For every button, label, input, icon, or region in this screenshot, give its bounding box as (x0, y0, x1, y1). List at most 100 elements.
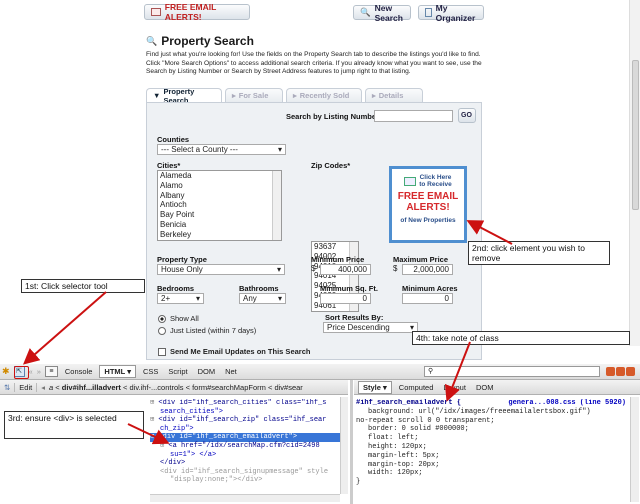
css-prop: } (356, 478, 361, 487)
firebug-style-toolbar: Style ▾ Computed Layout DOM (354, 380, 640, 395)
firebug-icon[interactable]: ✱ (2, 366, 10, 377)
edit-button[interactable]: Edit (14, 382, 38, 392)
list-item[interactable]: Benicia (160, 220, 281, 230)
forward-icon[interactable]: » (37, 367, 41, 376)
css-prop[interactable]: border: 0 solid #000000; (356, 425, 626, 434)
min-acres-input[interactable]: 0 (402, 293, 453, 304)
min-sqft-input[interactable]: 0 (320, 293, 371, 304)
cities-label: Cities* (157, 161, 181, 170)
tab-for-sale[interactable]: ▸ For Sale (225, 88, 283, 102)
css-prop[interactable]: no-repeat scroll 0 0 transparent; (356, 417, 626, 426)
back-icon[interactable]: « (29, 367, 33, 376)
tab-dom-right[interactable]: DOM (473, 383, 497, 392)
free-email-alerts-button[interactable]: FREE EMAIL ALERTS! (144, 2, 250, 22)
tree-row-cont: su=1"> </a> (170, 450, 217, 459)
css-prop[interactable]: height: 120px; (356, 443, 626, 452)
tab-property-search[interactable]: ▼ Property Search (146, 87, 222, 105)
tab-details[interactable]: ▸ Details (365, 88, 423, 102)
bathrooms-label: Bathrooms (239, 284, 279, 293)
panel-splitter[interactable] (350, 380, 353, 504)
inspect-tree-icon[interactable]: ⇅ (4, 383, 10, 392)
list-item[interactable]: Berkeley (160, 230, 281, 240)
tree-row[interactable]: </div> (150, 459, 348, 468)
tree-row[interactable]: ⊞ <div id="ihf_search_cities" class="ihf… (150, 399, 348, 408)
tab-layout[interactable]: Layout (440, 383, 469, 392)
annotation-2: 2nd: click element you wish to remove (468, 241, 610, 265)
close-icon[interactable] (626, 367, 635, 376)
chevron-right-icon: ▸ (232, 91, 236, 100)
css-rules: #ihf_search_emailadvert { genera...008.c… (356, 399, 626, 502)
radio-selected-icon (158, 314, 166, 323)
list-item[interactable]: Alameda (160, 171, 281, 181)
tab-recently-sold[interactable]: ▸ Recently Sold (286, 88, 362, 102)
dropdown-arrow-icon: ▾ (276, 265, 281, 274)
listing-number-input[interactable] (374, 110, 453, 122)
radio-icon (158, 326, 166, 335)
cities-listbox[interactable]: Alameda Alamo Albany Antioch Bay Point B… (157, 170, 282, 241)
cities-scrollbar[interactable] (272, 171, 281, 240)
dropdown-arrow-icon: ▾ (277, 145, 282, 154)
checkbox-icon (158, 347, 166, 356)
tree-row[interactable]: ⊞ <a href="/idx/searchMap.cfm?cid=2498 (150, 442, 348, 451)
tree-row[interactable]: <div id="ihf_search_signupmessage" style (150, 468, 348, 477)
min-acres-label: Minimum Acres (402, 284, 458, 293)
css-prop[interactable]: width: 120px; (356, 469, 626, 478)
tab-computed[interactable]: Computed (396, 383, 437, 392)
search-icon: 🔍 (146, 35, 158, 46)
list-item[interactable]: Antioch (160, 200, 281, 210)
annotation-1: 1st: Click selector tool (21, 279, 145, 293)
new-search-button[interactable]: 🔍 New Search (353, 3, 411, 23)
breadcrumb: a < div#ihf...illadvert < div.ihf-...con… (49, 382, 303, 392)
tree-row-selected[interactable]: ⊟ <div id="ihf_search_emailadvert"> (150, 433, 348, 442)
show-all-option[interactable]: Show All (158, 314, 199, 323)
css-source-link[interactable]: genera...008.css (line 5920) (508, 399, 626, 408)
menu-icon[interactable]: ≡ (44, 366, 58, 377)
envelope-icon (404, 176, 417, 186)
tab-css[interactable]: CSS (140, 367, 161, 376)
go-button[interactable]: GO (458, 108, 476, 123)
counties-select[interactable]: --- Select a County --- ▾ (157, 144, 286, 155)
zip-label: Zip Codes* (311, 161, 351, 170)
breadcrumb-arrow-icon[interactable]: ◂ (41, 383, 45, 392)
page-title: 🔍 Property Search (146, 34, 254, 48)
css-prop[interactable]: margin-top: 20px; (356, 461, 626, 470)
tree-row-cont: ch_zip"> (160, 424, 194, 433)
tab-script[interactable]: Script (165, 367, 190, 376)
detach-icon[interactable] (616, 367, 625, 376)
tab-net[interactable]: Net (222, 367, 240, 376)
css-prop[interactable]: float: left; (356, 434, 626, 443)
css-prop[interactable]: margin-left: 5px; (356, 452, 626, 461)
just-listed-option[interactable]: Just Listed (within 7 days) (158, 326, 256, 335)
list-item[interactable]: Alamo (160, 181, 281, 191)
tree-row[interactable]: ⊞ <div id="ihf_search_zip" class="ihf_se… (150, 416, 348, 425)
my-organizer-button[interactable]: My Organizer (418, 3, 484, 23)
bedrooms-select[interactable]: 2+ ▾ (157, 293, 204, 304)
search-icon: 🔍 (360, 7, 371, 17)
firebug-html-toolbar: ⇅ Edit ◂ a < div#ihf...illadvert < div.i… (0, 380, 348, 395)
css-prop[interactable]: background: url("/idx/images/freeemailal… (356, 408, 626, 417)
css-scrollbar[interactable] (630, 397, 639, 502)
html-tree-scrollbar[interactable] (340, 397, 348, 494)
tab-dom[interactable]: DOM (195, 367, 219, 376)
tab-console[interactable]: Console (62, 367, 96, 376)
tab-style[interactable]: Style ▾ (358, 380, 392, 394)
sort-select[interactable]: Price Descending ▾ (323, 322, 418, 333)
window-buttons[interactable] (606, 367, 635, 376)
tree-row-cont: "display:none;"></div> (170, 476, 263, 485)
bedrooms-label: Bedrooms (157, 284, 195, 293)
tab-html[interactable]: HTML ▾ (99, 365, 136, 378)
list-item[interactable]: Bay Point (160, 210, 281, 220)
html-tree-hscrollbar[interactable] (150, 494, 340, 502)
list-item[interactable]: Albany (160, 191, 281, 201)
dropdown-arrow-icon: ▾ (195, 294, 200, 303)
max-price-input[interactable]: 2,000,000 (402, 264, 453, 275)
firebug-search-input[interactable]: ⚲ (424, 366, 600, 377)
listing-number-label: Search by Listing Number: (286, 112, 382, 121)
minimize-icon[interactable] (606, 367, 615, 376)
email-updates-option[interactable]: Send Me Email Updates on This Search (158, 347, 310, 356)
min-price-input[interactable]: 400,000 (320, 264, 371, 275)
page-scrollbar[interactable] (629, 0, 640, 346)
bathrooms-select[interactable]: Any ▾ (239, 293, 286, 304)
email-alert-advert[interactable]: Click Here to Receive FREE EMAIL ALERTS! … (389, 166, 467, 243)
property-type-select[interactable]: House Only ▾ (157, 264, 285, 275)
